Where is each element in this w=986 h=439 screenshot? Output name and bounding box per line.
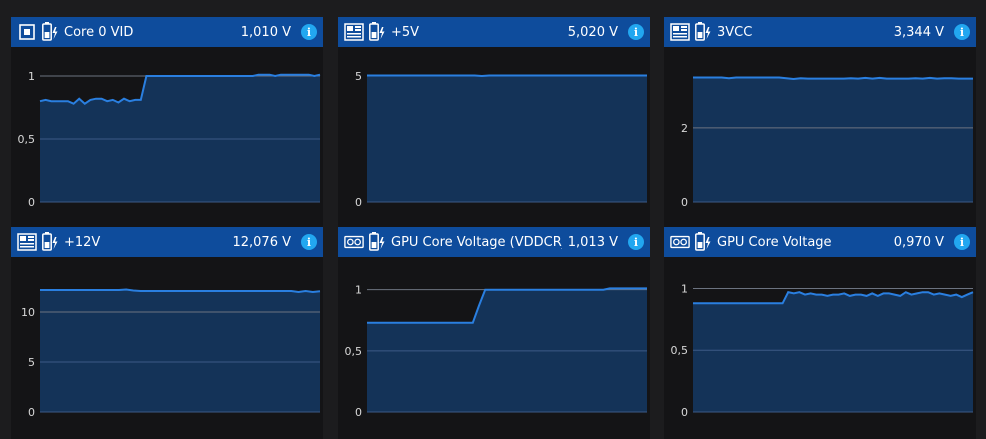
sensor-panel: Core 0 VID 1,010 Vi 0 0,5 1 (11, 17, 323, 229)
y-tick-label: 0 (28, 196, 35, 209)
y-tick-label: 1 (355, 284, 362, 297)
sensor-panel: GPU Core Voltage 0,970 Vi 0 0,5 1 (664, 227, 976, 439)
y-tick-label: 1 (681, 282, 688, 295)
voltage-chart: 02 (681, 76, 973, 209)
sensor-panel: +5V 5,020 Vi05 (338, 17, 650, 229)
sensor-value: 3,344 V (893, 24, 944, 40)
sensor-panel: 3VCC 3,344 Vi02 (664, 17, 976, 229)
sensor-panel: GPU Core Voltage (VDDCR_GFX)1,013 Vi00,5… (338, 227, 650, 439)
panel-header: +5V 5,020 V i (338, 17, 650, 47)
sensor-value: 12,076 V (232, 234, 291, 250)
sensor-title: +5V (391, 24, 420, 40)
y-tick-label: 0 (681, 196, 688, 209)
battery-voltage-icon (42, 22, 58, 42)
y-tick-label: 10 (21, 306, 35, 319)
y-tick-label: 0,5 (18, 133, 36, 146)
sensor-value: 1,013 V (567, 234, 618, 250)
sensor-value: 1,010 V (240, 24, 291, 40)
motherboard-icon (17, 232, 37, 252)
sensor-panel: +12V 12,076 V i 0 5 10 (11, 227, 323, 439)
sensor-value: 5,020 V (567, 24, 618, 40)
sensor-title: 3VCC (717, 24, 753, 40)
sensor-title: Core 0 VID (64, 24, 134, 40)
motherboard-icon (344, 22, 364, 42)
battery-voltage-icon (695, 22, 711, 42)
sensor-title: GPU Core Voltage (717, 234, 832, 250)
voltage-chart: 00,51 (18, 70, 321, 209)
chart-area (367, 75, 647, 202)
panel-header: +12V 12,076 V i (11, 227, 323, 257)
info-icon[interactable]: i (301, 234, 317, 250)
y-tick-label: 5 (28, 356, 35, 369)
panel-header: GPU Core Voltage 0,970 V i (664, 227, 976, 257)
battery-voltage-icon (369, 232, 385, 252)
panel-header: 3VCC 3,344 V i (664, 17, 976, 47)
y-tick-label: 0 (28, 406, 35, 419)
motherboard-icon (670, 22, 690, 42)
battery-voltage-icon (42, 232, 58, 252)
chart-area (40, 74, 320, 202)
voltage-chart: 0 5 10 (21, 288, 321, 419)
y-tick-label: 0 (355, 406, 362, 419)
voltage-chart: 00,51 (345, 284, 647, 419)
y-tick-label: 0 (355, 196, 362, 209)
gpu-icon (670, 232, 690, 252)
panel-header: Core 0 VID 1,010 V i (11, 17, 323, 47)
y-tick-label: 0,5 (345, 345, 363, 358)
y-tick-label: 0,5 (671, 344, 689, 357)
sensor-title: GPU Core Voltage (VDDCR_GFX) (391, 234, 562, 250)
y-tick-label: 5 (355, 70, 362, 83)
series-line (367, 74, 647, 78)
info-icon[interactable]: i (628, 234, 644, 250)
voltage-chart: 05 (355, 70, 647, 209)
y-tick-label: 1 (28, 70, 35, 83)
y-tick-label: 0 (681, 406, 688, 419)
sensor-title: +12V (64, 234, 101, 250)
info-icon[interactable]: i (628, 24, 644, 40)
sensor-value: 0,970 V (893, 234, 944, 250)
chart-area (367, 288, 647, 412)
panel-header: GPU Core Voltage (VDDCR_GFX) 1,013 V i (338, 227, 650, 257)
cpu-icon (17, 22, 37, 42)
info-icon[interactable]: i (954, 24, 970, 40)
y-tick-label: 2 (681, 122, 688, 135)
chart-area (693, 292, 973, 412)
info-icon[interactable]: i (954, 234, 970, 250)
chart-area (40, 289, 320, 412)
battery-voltage-icon (369, 22, 385, 42)
info-icon[interactable]: i (301, 24, 317, 40)
battery-voltage-icon (695, 232, 711, 252)
gpu-icon (344, 232, 364, 252)
voltage-chart: 00,51 (671, 282, 974, 419)
chart-area (693, 77, 973, 202)
